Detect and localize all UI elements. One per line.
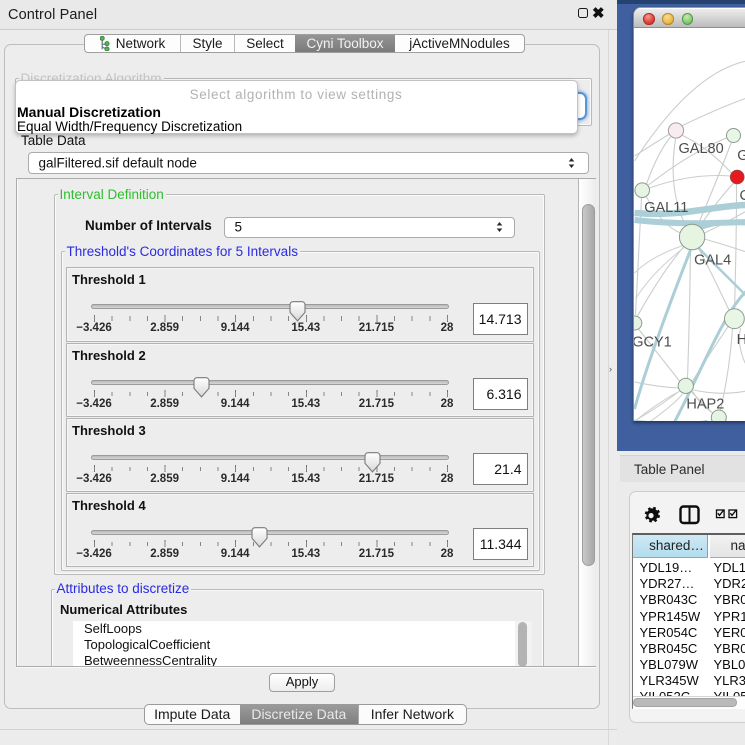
svg-text:C: C xyxy=(739,188,745,204)
svg-text:GAL80: GAL80 xyxy=(678,141,723,157)
svg-text:HAP2: HAP2 xyxy=(686,397,724,413)
svg-text:GCY1: GCY1 xyxy=(634,335,672,351)
svg-text:H: H xyxy=(736,332,745,348)
svg-text:GAL4: GAL4 xyxy=(694,253,731,269)
svg-text:GA: GA xyxy=(737,148,745,164)
svg-text:GAL11: GAL11 xyxy=(644,200,688,216)
